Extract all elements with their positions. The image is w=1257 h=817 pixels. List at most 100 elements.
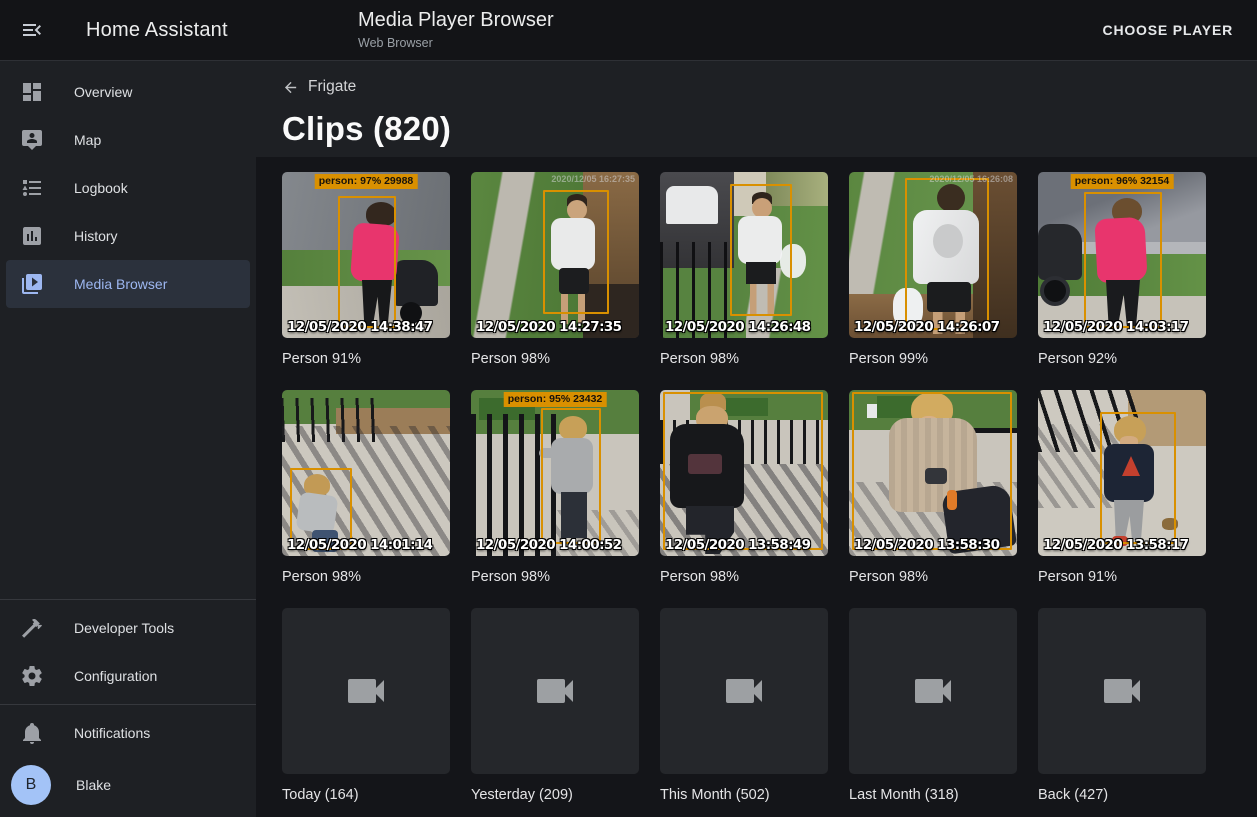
breadcrumb-label: Frigate [308, 78, 356, 96]
sidebar-divider [0, 599, 256, 600]
sidebar-item-profile[interactable]: B Blake [6, 757, 250, 813]
clip-timestamp: 12/05/2020 13:58:49 [665, 537, 810, 553]
clip-card[interactable]: person: 97% 29988 12/05/2020 14:38:47 Pe… [282, 172, 450, 367]
clip-thumbnail[interactable]: 12/05/2020 14:26:48 [660, 172, 828, 338]
breadcrumb[interactable]: Frigate [282, 76, 356, 98]
app-header: Home Assistant Media Player Browser Web … [0, 0, 1257, 60]
folder-thumbnail[interactable] [660, 608, 828, 774]
clip-thumbnail[interactable]: person: 96% 32154 12/05/2020 14:03:17 [1038, 172, 1206, 338]
menu-open-icon[interactable] [12, 10, 52, 50]
clip-card[interactable]: person: 95% 23432 12/05/2020 14:00:52 Pe… [471, 390, 639, 585]
sidebar-item-overview[interactable]: Overview [6, 68, 250, 116]
folder-thumbnail[interactable] [282, 608, 450, 774]
choose-player-button[interactable]: CHOOSE PLAYER [1095, 14, 1241, 46]
page-header: Frigate Clips (820) [256, 60, 1257, 157]
avatar: B [11, 765, 51, 805]
screen-title: Media Player Browser [358, 9, 554, 32]
sidebar-item-label: Media Browser [74, 276, 167, 292]
folder-label: Yesterday (209) [471, 787, 639, 803]
clip-card[interactable]: person: 96% 32154 12/05/2020 14:03:17 Pe… [1038, 172, 1206, 367]
clip-timestamp: 12/05/2020 14:26:48 [665, 319, 810, 335]
screen-subtitle: Web Browser [358, 36, 554, 50]
detection-label: person: 97% 29988 [315, 174, 418, 189]
clip-card[interactable]: 2020/12/05 16:27:35 12/05/2020 14:27:35 … [471, 172, 639, 367]
clip-thumbnail[interactable]: 12/05/2020 14:01:14 [282, 390, 450, 556]
app-title: Home Assistant [86, 19, 228, 42]
sidebar-item-logbook[interactable]: Logbook [6, 164, 250, 212]
sidebar-item-media-browser[interactable]: Media Browser [6, 260, 250, 308]
logbook-icon [20, 176, 44, 200]
folder-label: This Month (502) [660, 787, 828, 803]
folder-thumbnail[interactable] [471, 608, 639, 774]
clip-timestamp: 12/05/2020 14:03:17 [1043, 319, 1188, 335]
user-name: Blake [76, 777, 111, 793]
detection-box [663, 392, 823, 550]
clip-card[interactable]: 12/05/2020 14:01:14 Person 98% [282, 390, 450, 585]
detection-box [852, 392, 1012, 550]
sidebar: Overview Map Logbook History Media Brows… [0, 60, 256, 817]
clip-thumbnail[interactable]: person: 97% 29988 12/05/2020 14:38:47 [282, 172, 450, 338]
clip-card[interactable]: 2020/12/05 16:26:08 12/05/2020 14:26:07 … [849, 172, 1017, 367]
folder-label: Last Month (318) [849, 787, 1017, 803]
clip-timestamp: 12/05/2020 14:27:35 [476, 319, 621, 335]
clip-timestamp: 12/05/2020 13:58:30 [854, 537, 999, 553]
sidebar-item-label: Logbook [74, 180, 128, 196]
sidebar-item-label: Notifications [74, 725, 150, 741]
sidebar-item-notifications[interactable]: Notifications [6, 709, 250, 757]
folder-card-last-month[interactable]: Last Month (318) [849, 608, 1017, 803]
clip-caption: Person 92% [1038, 351, 1206, 367]
clip-thumbnail[interactable]: 12/05/2020 13:58:30 [849, 390, 1017, 556]
sidebar-item-label: Overview [74, 84, 132, 100]
clip-timestamp: 12/05/2020 13:58:17 [1043, 537, 1188, 553]
sidebar-item-map[interactable]: Map [6, 116, 250, 164]
clip-caption: Person 98% [471, 569, 639, 585]
sidebar-item-label: Map [74, 132, 101, 148]
bell-icon [20, 721, 44, 745]
clip-caption: Person 91% [282, 351, 450, 367]
folder-thumbnail[interactable] [1038, 608, 1206, 774]
media-browser-icon [20, 272, 44, 296]
clip-timestamp: 12/05/2020 14:38:47 [287, 319, 432, 335]
clip-caption: Person 98% [471, 351, 639, 367]
clip-caption: Person 99% [849, 351, 1017, 367]
folder-thumbnail[interactable] [849, 608, 1017, 774]
detection-label: person: 95% 23432 [504, 392, 607, 407]
clip-caption: Person 98% [849, 569, 1017, 585]
folder-label: Today (164) [282, 787, 450, 803]
sidebar-item-label: History [74, 228, 118, 244]
clip-thumbnail[interactable]: 2020/12/05 16:26:08 12/05/2020 14:26:07 [849, 172, 1017, 338]
sidebar-item-developer-tools[interactable]: Developer Tools [6, 604, 250, 652]
clip-card[interactable]: 12/05/2020 14:26:48 Person 98% [660, 172, 828, 367]
clip-timestamp: 12/05/2020 14:26:07 [854, 319, 999, 335]
detection-box [1100, 412, 1176, 544]
clip-caption: Person 98% [660, 569, 828, 585]
clip-card[interactable]: 12/05/2020 13:58:49 Person 98% [660, 390, 828, 585]
clip-thumbnail[interactable]: 12/05/2020 13:58:17 [1038, 390, 1206, 556]
media-browser-content: Frigate Clips (820) person: 97% 29988 12… [256, 60, 1257, 817]
detection-box [543, 190, 609, 314]
clip-card[interactable]: 12/05/2020 13:58:30 Person 98% [849, 390, 1017, 585]
back-arrow-icon [282, 79, 299, 96]
video-camera-icon [531, 667, 579, 715]
page-title: Clips (820) [282, 110, 1257, 148]
detection-box [905, 178, 989, 330]
video-camera-icon [720, 667, 768, 715]
folder-card-this-month[interactable]: This Month (502) [660, 608, 828, 803]
camera-osd-timestamp: 2020/12/05 16:27:35 [551, 174, 635, 184]
folder-card-back[interactable]: Back (427) [1038, 608, 1206, 803]
screen-title-block: Media Player Browser Web Browser [358, 9, 554, 50]
clip-thumbnail[interactable]: 12/05/2020 13:58:49 [660, 390, 828, 556]
detection-box [338, 196, 396, 328]
clip-thumbnail[interactable]: 2020/12/05 16:27:35 12/05/2020 14:27:35 [471, 172, 639, 338]
sidebar-divider [0, 704, 256, 705]
folder-card-today[interactable]: Today (164) [282, 608, 450, 803]
sidebar-spacer [0, 308, 256, 595]
clip-thumbnail[interactable]: person: 95% 23432 12/05/2020 14:00:52 [471, 390, 639, 556]
sidebar-item-configuration[interactable]: Configuration [6, 652, 250, 700]
clip-card[interactable]: 12/05/2020 13:58:17 Person 91% [1038, 390, 1206, 585]
detection-box [541, 408, 601, 544]
sidebar-item-history[interactable]: History [6, 212, 250, 260]
video-camera-icon [1098, 667, 1146, 715]
clip-timestamp: 12/05/2020 14:00:52 [476, 537, 621, 553]
folder-card-yesterday[interactable]: Yesterday (209) [471, 608, 639, 803]
